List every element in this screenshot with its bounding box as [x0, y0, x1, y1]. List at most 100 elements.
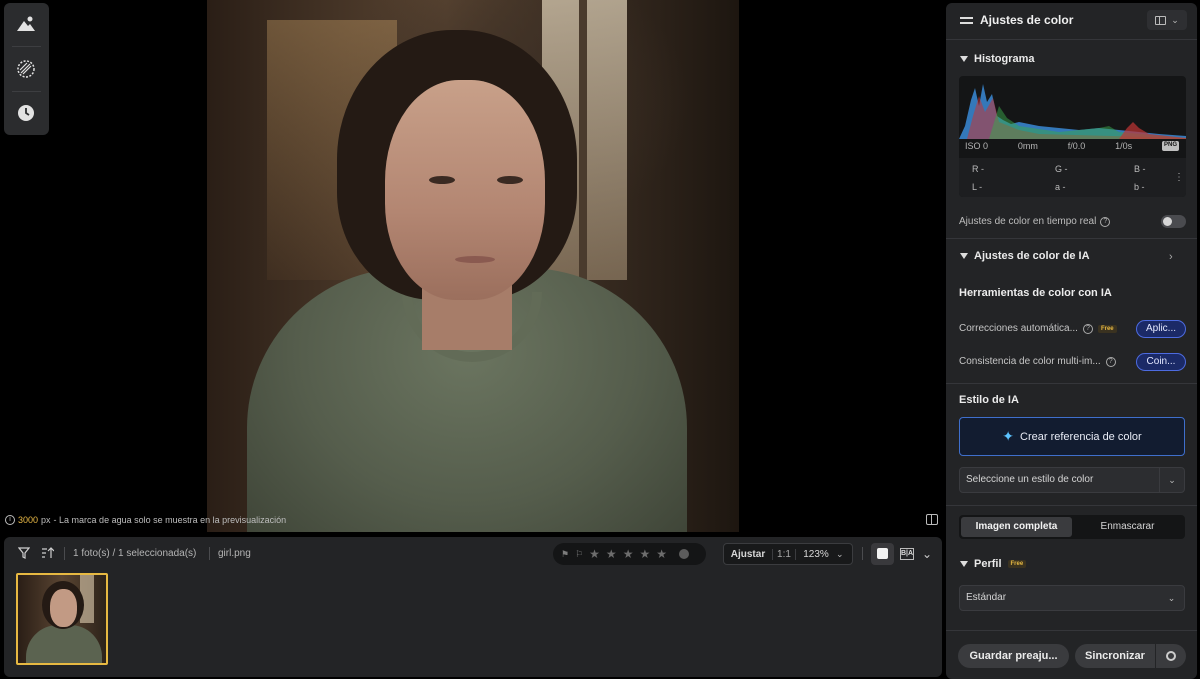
r-readout: R -	[972, 164, 984, 174]
exif-row: ISO 0 0mm f/0.0 1/0s PNG	[965, 141, 1179, 151]
realtime-label: Ajustes de color en tiempo real	[959, 216, 1097, 227]
apply-auto-correct-button[interactable]: Aplic...	[1136, 320, 1186, 338]
panel-divider	[946, 39, 1197, 40]
photo-face	[385, 80, 545, 300]
l-readout: L -	[972, 182, 983, 192]
texture-tool-button[interactable]	[14, 57, 38, 81]
photo-mouth	[455, 256, 495, 263]
lab-b-readout: b -	[1134, 182, 1145, 192]
chevron-down-icon: ⌄	[1171, 14, 1179, 25]
consistency-row: Consistencia de color multi-im... ?	[959, 356, 1116, 367]
zoom-control: Ajustar 1:1 123% ⌄	[723, 543, 853, 565]
photo-eye-left	[429, 176, 455, 184]
b-readout: B -	[1134, 164, 1146, 174]
profile-select[interactable]: Estándar ⌄	[959, 585, 1185, 611]
create-color-reference-button[interactable]: ✦ Crear referencia de color	[959, 417, 1185, 456]
histogram-title: Histograma	[974, 53, 1035, 65]
consistency-button[interactable]: Coin...	[1136, 353, 1186, 371]
white-background-button[interactable]	[871, 543, 894, 565]
triangle-down-icon	[960, 56, 968, 62]
adjust-tool-button[interactable]	[14, 12, 38, 36]
help-icon[interactable]: ?	[1105, 356, 1116, 367]
sync-settings-button[interactable]	[1156, 644, 1186, 668]
histogram-section-toggle[interactable]: Histograma	[960, 53, 1035, 65]
shutter-value: 1/0s	[1115, 141, 1133, 151]
profile-section-toggle[interactable]: Perfil Free	[960, 558, 1027, 570]
one-to-one-button[interactable]: 1:1	[773, 548, 796, 560]
zoom-percent[interactable]: 123%	[796, 549, 836, 560]
filmstrip-panel: 1 foto(s) / 1 seleccionada(s) girl.png ⚑…	[4, 537, 942, 677]
panel-title: Ajustes de color	[980, 13, 1074, 27]
star-icon[interactable]: ★	[656, 547, 667, 561]
ai-section-title: Ajustes de color de IA	[974, 250, 1090, 262]
photo-window-bar	[579, 0, 587, 280]
fit-button[interactable]: Ajustar	[724, 548, 773, 560]
help-icon[interactable]: ?	[1100, 216, 1111, 227]
help-icon[interactable]: ?	[1082, 323, 1093, 334]
mask-mode-segmented: Imagen completa Enmascarar	[959, 515, 1185, 539]
profile-value: Estándar	[966, 592, 1007, 603]
filter-icon[interactable]	[17, 547, 31, 561]
auto-correct-label: Correcciones automática...	[959, 323, 1078, 334]
layout-icon	[1155, 15, 1167, 25]
filmstrip-divider	[862, 547, 863, 560]
filmstrip-divider	[209, 547, 210, 560]
realtime-row: Ajustes de color en tiempo real ?	[959, 216, 1111, 227]
chevron-down-icon: ⌄	[1167, 593, 1176, 603]
mask-tab[interactable]: Enmascarar	[1072, 517, 1183, 537]
photo-thumbnail[interactable]	[16, 573, 108, 665]
realtime-toggle[interactable]	[1161, 215, 1186, 228]
history-tool-button[interactable]	[14, 101, 38, 125]
reject-flag-icon[interactable]: ⚐	[575, 549, 583, 560]
color-adjust-panel: Ajustes de color ⌄ Histograma ISO 0 0mm …	[946, 3, 1197, 679]
g-readout: G -	[1055, 164, 1068, 174]
create-ref-label: Crear referencia de color	[1020, 430, 1142, 443]
triangle-down-icon	[960, 253, 968, 259]
file-name: girl.png	[218, 548, 251, 559]
ai-tools-heading: Herramientas de color con IA	[959, 287, 1112, 299]
more-options-icon[interactable]: ⋮	[1174, 172, 1184, 183]
mountain-person-icon	[17, 16, 35, 31]
profile-title: Perfil	[974, 558, 1002, 570]
ai-section-toggle[interactable]: Ajustes de color de IA	[960, 250, 1090, 262]
save-preset-button[interactable]: Guardar preaju...	[958, 644, 1069, 668]
gear-icon	[1166, 651, 1176, 661]
left-toolbar	[4, 3, 49, 135]
resolution-unit: px	[41, 515, 51, 525]
thumb-body	[26, 625, 102, 663]
star-icon[interactable]: ★	[639, 547, 650, 561]
image-canvas[interactable]: i 3000 px - La marca de agua solo se mues…	[0, 0, 942, 534]
color-label-dot[interactable]	[678, 549, 689, 559]
aperture-value: f/0.0	[1067, 141, 1086, 151]
flag-icon[interactable]: ⚑	[561, 549, 569, 560]
sync-button[interactable]: Sincronizar	[1075, 644, 1155, 668]
chevron-right-icon[interactable]: ›	[1169, 251, 1173, 263]
photo-eye-right	[497, 176, 523, 184]
before-after-button[interactable]: B|A	[900, 548, 914, 560]
panel-layout-button[interactable]: ⌄	[1147, 10, 1187, 30]
free-badge: Free	[1007, 560, 1027, 568]
texture-icon	[17, 60, 35, 78]
star-icon[interactable]: ★	[589, 547, 600, 561]
chevron-down-icon[interactable]: ⌄	[836, 549, 852, 560]
split-view-icon[interactable]	[926, 514, 938, 525]
star-icon[interactable]: ★	[623, 547, 634, 561]
color-style-select[interactable]: Seleccione un estilo de color ⌄	[959, 467, 1185, 493]
focal-value: 0mm	[1017, 141, 1038, 151]
toolbar-divider	[12, 46, 41, 47]
app-window: i 3000 px - La marca de agua solo se mues…	[0, 0, 1200, 679]
filmstrip-divider	[64, 547, 65, 560]
full-image-tab[interactable]: Imagen completa	[961, 517, 1072, 537]
chevron-down-icon[interactable]: ⌄	[920, 547, 934, 561]
sort-icon[interactable]	[40, 547, 54, 561]
panel-header: Ajustes de color	[960, 13, 1073, 27]
panel-divider	[946, 505, 1197, 506]
photo-preview[interactable]	[207, 0, 739, 532]
selection-count: 1 foto(s) / 1 seleccionada(s)	[73, 548, 197, 559]
consistency-label: Consistencia de color multi-im...	[959, 356, 1101, 367]
panel-divider	[946, 383, 1197, 384]
sliders-icon	[960, 15, 973, 26]
rating-bar: ⚑ ⚐ ★ ★ ★ ★ ★	[553, 543, 706, 565]
star-icon[interactable]: ★	[606, 547, 617, 561]
chevron-down-icon: ⌄	[1159, 468, 1184, 492]
